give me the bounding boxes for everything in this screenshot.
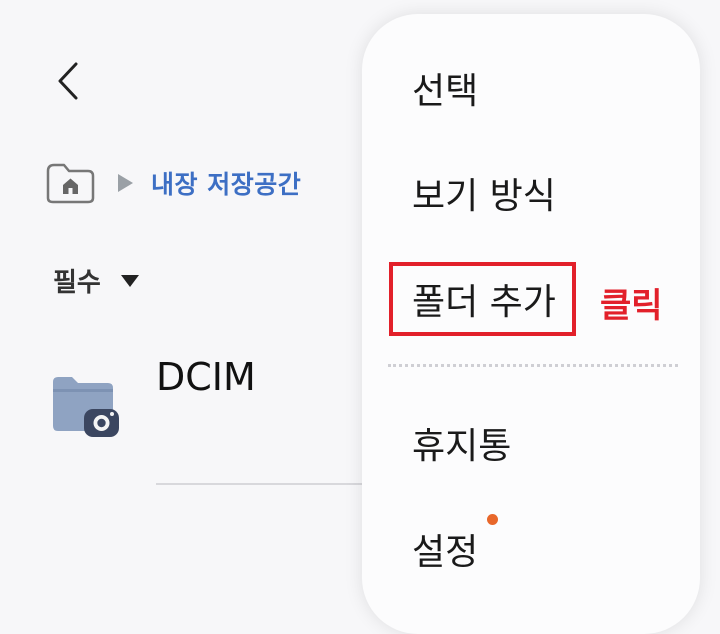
- folder-list-item[interactable]: DCIM: [50, 355, 370, 485]
- highlight-box: [389, 262, 576, 336]
- section-header[interactable]: 필수: [53, 262, 139, 299]
- home-folder-icon: [46, 163, 95, 204]
- back-button[interactable]: [48, 56, 92, 106]
- menu-item-view-mode[interactable]: 보기 방식: [412, 167, 556, 219]
- folder-name: DCIM: [156, 355, 256, 399]
- menu-item-trash[interactable]: 휴지통: [412, 417, 511, 469]
- notification-dot: [487, 514, 498, 525]
- caret-down-icon: [120, 274, 139, 287]
- section-label: 필수: [53, 268, 101, 298]
- breadcrumb: 내장 저장공간: [44, 161, 301, 205]
- chevron-left-icon: [58, 62, 78, 100]
- row-divider: [156, 483, 366, 485]
- menu-item-settings[interactable]: 설정: [412, 523, 478, 575]
- breadcrumb-current[interactable]: 내장 저장공간: [151, 165, 301, 201]
- click-annotation: 클릭: [600, 286, 663, 326]
- camera-folder-icon: [50, 373, 122, 437]
- triangle-right-icon: [118, 174, 133, 192]
- menu-divider: [388, 364, 678, 367]
- menu-item-select[interactable]: 선택: [412, 62, 478, 114]
- home-button[interactable]: [44, 161, 96, 205]
